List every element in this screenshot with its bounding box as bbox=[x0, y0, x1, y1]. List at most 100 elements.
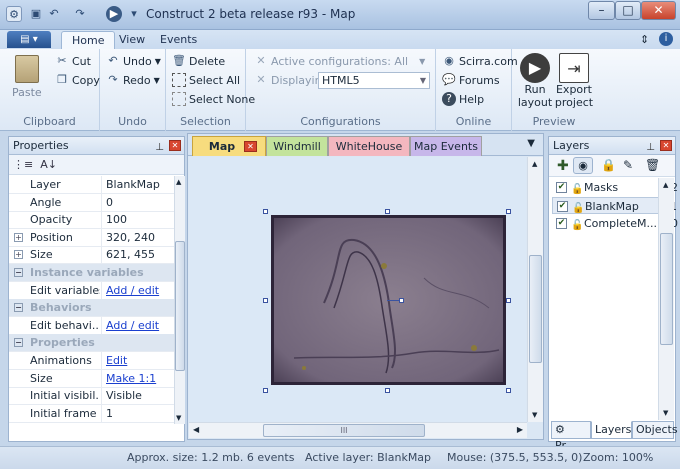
sort-alpha-icon[interactable]: A↓ bbox=[40, 158, 57, 171]
layer-row[interactable]: ✔ 🔓 Masks 2 bbox=[552, 179, 678, 198]
scroll-down-icon[interactable]: ▼ bbox=[176, 414, 181, 422]
collapse-icon[interactable]: − bbox=[14, 338, 23, 348]
redo-button[interactable]: ↷ Redo ▼ bbox=[106, 73, 159, 87]
close-button[interactable]: ✕ bbox=[641, 1, 676, 20]
undo-button[interactable]: ↶ Undo ▼ bbox=[106, 54, 161, 68]
document-tab[interactable]: WhiteHouse bbox=[328, 136, 410, 156]
layers-scroll-thumb[interactable] bbox=[660, 233, 673, 345]
expand-icon[interactable]: + bbox=[14, 250, 23, 260]
undo-quick-icon[interactable]: ↶ bbox=[46, 6, 62, 22]
layer-visible-checkbox[interactable]: ✔ bbox=[556, 182, 567, 193]
property-link[interactable]: Add / edit bbox=[106, 284, 159, 297]
collapse-icon[interactable]: − bbox=[14, 268, 23, 277]
tab-events[interactable]: Events bbox=[150, 31, 207, 49]
active-configurations-dropdown[interactable]: ✕ Active configurations: All ▼ bbox=[254, 54, 425, 68]
property-value[interactable]: 0 bbox=[101, 193, 175, 211]
property-category[interactable]: − Properties bbox=[9, 334, 175, 353]
lock-icon[interactable]: 🔓 bbox=[571, 217, 583, 234]
run-layout-button[interactable]: ▶ Run layout bbox=[517, 53, 553, 109]
help-link[interactable]: ? Help bbox=[442, 92, 484, 106]
property-row[interactable]: + Position 320, 240 bbox=[9, 228, 175, 247]
property-row[interactable]: Initial frame 1 bbox=[9, 404, 175, 423]
resize-handle-sw[interactable] bbox=[263, 388, 268, 393]
categorized-icon[interactable]: ⋮≡ bbox=[13, 158, 33, 171]
tab-list-dropdown-icon[interactable]: ▼ bbox=[527, 138, 535, 149]
properties-scroll-thumb[interactable] bbox=[175, 241, 185, 371]
bottom-tab-objects[interactable]: Objects bbox=[632, 421, 678, 439]
layer-visible-checkbox[interactable]: ✔ bbox=[556, 218, 567, 229]
canvas-vscrollbar[interactable]: ▲ ▼ bbox=[527, 157, 543, 422]
collapse-icon[interactable]: − bbox=[14, 303, 23, 313]
property-row[interactable]: Size Make 1:1 bbox=[9, 369, 175, 388]
redo-quick-icon[interactable]: ↷ bbox=[72, 6, 88, 22]
property-link[interactable]: Edit bbox=[106, 354, 127, 367]
layers-scroll-up-icon[interactable]: ▲ bbox=[663, 181, 668, 189]
property-row[interactable]: Animations Edit bbox=[9, 352, 175, 370]
layers-close-icon[interactable]: ✕ bbox=[660, 140, 672, 151]
canvas-scroll-left-icon[interactable]: ◀ bbox=[193, 425, 199, 434]
property-value[interactable]: Visible bbox=[101, 387, 175, 405]
cut-button[interactable]: ✂ Cut bbox=[55, 54, 91, 68]
property-row[interactable]: Initial visibil... Visible bbox=[9, 387, 175, 406]
property-row[interactable]: Opacity 100 bbox=[9, 211, 175, 230]
property-row[interactable]: Edit behavi... Add / edit bbox=[9, 316, 175, 335]
property-value[interactable]: 621, 455 bbox=[101, 246, 175, 264]
rotation-handle[interactable] bbox=[399, 298, 404, 303]
displaying-select[interactable]: HTML5 ▼ bbox=[318, 72, 430, 89]
resize-handle-ne[interactable] bbox=[506, 209, 511, 214]
property-value[interactable]: 1 bbox=[101, 404, 175, 422]
property-value[interactable]: 320, 240 bbox=[101, 228, 175, 246]
document-tab[interactable]: Map Events bbox=[410, 136, 482, 156]
export-project-button[interactable]: ⇥ Export project bbox=[554, 53, 594, 109]
visibility-eye-icon[interactable]: ◉ bbox=[573, 157, 593, 174]
resize-handle-n[interactable] bbox=[385, 209, 390, 214]
add-layer-icon[interactable]: ✚ bbox=[557, 158, 569, 174]
property-row[interactable]: Layer BlankMap bbox=[9, 176, 175, 194]
layers-pin-icon[interactable]: ⊥ bbox=[646, 139, 655, 156]
save-icon[interactable]: ▣ bbox=[28, 6, 44, 22]
resize-handle-nw[interactable] bbox=[263, 209, 268, 214]
resize-handle-s[interactable] bbox=[385, 388, 390, 393]
property-category[interactable]: − Instance variables bbox=[9, 264, 175, 282]
resize-handle-se[interactable] bbox=[506, 388, 511, 393]
delete-layer-icon[interactable]: 🗑 bbox=[645, 158, 660, 172]
app-menu-button[interactable]: ▤ ▾ bbox=[7, 31, 51, 48]
paste-button[interactable]: Paste bbox=[12, 55, 42, 99]
layer-visible-checkbox[interactable]: ✔ bbox=[557, 201, 568, 212]
customize-quick-icon[interactable]: ▾ bbox=[126, 6, 142, 22]
delete-button[interactable]: 🗑 Delete bbox=[172, 54, 225, 68]
forums-link[interactable]: 💬 Forums bbox=[442, 73, 499, 87]
layer-row[interactable]: ✔ 🔓 CompleteM... 0 bbox=[552, 215, 678, 234]
select-none-button[interactable]: Select None bbox=[172, 92, 255, 106]
document-tab[interactable]: Map ✕ bbox=[192, 136, 266, 156]
undo-dropdown-icon[interactable]: ▼ bbox=[155, 57, 161, 66]
canvas-scroll-up-icon[interactable]: ▲ bbox=[532, 160, 537, 168]
lock-icon[interactable]: 🔓 bbox=[571, 181, 583, 198]
property-link[interactable]: Add / edit bbox=[106, 319, 159, 332]
document-tab[interactable]: Windmill bbox=[266, 136, 328, 156]
bottom-tab-layers[interactable]: Layers bbox=[591, 421, 632, 439]
resize-handle-w[interactable] bbox=[263, 298, 268, 303]
canvas-scroll-right-icon[interactable]: ▶ bbox=[517, 425, 523, 434]
property-link[interactable]: Make 1:1 bbox=[106, 372, 156, 385]
run-quick-icon[interactable]: ▶ bbox=[106, 6, 122, 22]
property-row[interactable]: + Size 621, 455 bbox=[9, 246, 175, 265]
property-row[interactable]: Edit variables Add / edit bbox=[9, 281, 175, 300]
layers-scroll-down-icon[interactable]: ▼ bbox=[663, 409, 668, 417]
bottom-tab-projects[interactable]: ⚙ Pr... bbox=[551, 421, 591, 452]
properties-close-icon[interactable]: ✕ bbox=[169, 140, 181, 151]
tab-view[interactable]: View bbox=[109, 31, 155, 49]
canvas-scroll-down-icon[interactable]: ▼ bbox=[532, 411, 537, 419]
canvas-hscroll-thumb[interactable]: III bbox=[263, 424, 425, 437]
edit-pencil-icon[interactable]: ✎ bbox=[623, 158, 633, 172]
scroll-up-icon[interactable]: ▲ bbox=[176, 178, 181, 186]
pin-icon[interactable]: ⊥ bbox=[155, 139, 164, 156]
select-all-button[interactable]: Select All bbox=[172, 73, 240, 87]
maximize-button[interactable]: □ bbox=[615, 1, 641, 20]
tab-home[interactable]: Home bbox=[61, 31, 116, 49]
ribbon-minimize-icon[interactable]: ⇕ bbox=[640, 33, 649, 46]
property-row[interactable]: Angle 0 bbox=[9, 193, 175, 212]
property-value[interactable]: BlankMap bbox=[101, 176, 175, 193]
minimize-button[interactable]: – bbox=[588, 1, 615, 20]
canvas-vscroll-thumb[interactable] bbox=[529, 255, 542, 363]
